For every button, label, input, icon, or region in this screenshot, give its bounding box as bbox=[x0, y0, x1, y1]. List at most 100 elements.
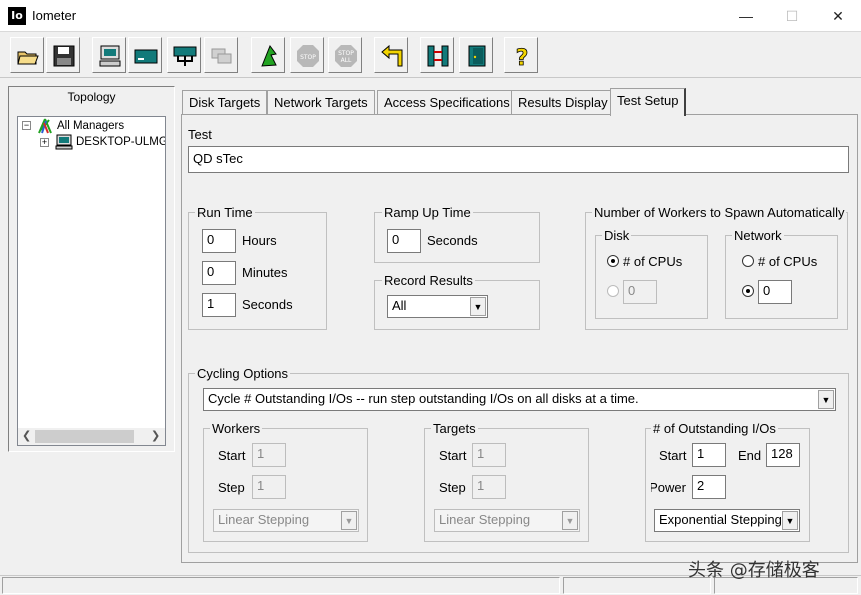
refresh-managers-button[interactable] bbox=[420, 37, 454, 73]
reset-workers-button[interactable] bbox=[374, 37, 408, 73]
topology-title: Topology bbox=[67, 90, 116, 104]
hours-label: Hours bbox=[242, 233, 277, 248]
tab-disk-targets[interactable]: Disk Targets bbox=[182, 90, 268, 114]
tab-network-targets[interactable]: Network Targets bbox=[267, 90, 375, 114]
ramp-up-unit: Seconds bbox=[427, 233, 478, 248]
open-config-button[interactable] bbox=[10, 37, 44, 73]
network-count-input[interactable]: 0 bbox=[758, 280, 792, 304]
chevron-down-icon[interactable]: ▼ bbox=[470, 297, 486, 316]
seconds-input[interactable]: 1 bbox=[202, 293, 236, 317]
svg-text:?: ? bbox=[516, 46, 529, 68]
minutes-label: Minutes bbox=[242, 265, 288, 280]
cycling-outstanding-label: # of Outstanding I/Os bbox=[651, 421, 778, 436]
disk-cpus-label: # of CPUs bbox=[623, 254, 683, 269]
outstanding-end-label: End bbox=[738, 448, 762, 463]
network-cpus-label: # of CPUs bbox=[758, 254, 818, 269]
record-results-label: Record Results bbox=[382, 273, 475, 288]
cycling-targets-label: Targets bbox=[431, 421, 478, 436]
close-button[interactable]: ✕ bbox=[815, 0, 861, 32]
cycling-mode-value: Cycle # Outstanding I/Os -- run step out… bbox=[208, 391, 639, 406]
minimize-button[interactable]: — bbox=[723, 0, 769, 32]
chevron-down-icon[interactable]: ▼ bbox=[562, 511, 578, 530]
app-icon: Io bbox=[8, 7, 26, 25]
outstanding-power-label: Power bbox=[651, 480, 686, 495]
ramp-up-label: Ramp Up Time bbox=[382, 205, 473, 220]
expand-toggle[interactable]: + bbox=[40, 138, 49, 147]
scroll-left-icon[interactable]: ❮ bbox=[22, 429, 31, 442]
stop-test-button[interactable]: STOP bbox=[290, 37, 324, 73]
outstanding-stepping-value: Exponential Stepping bbox=[659, 512, 782, 527]
window-title: Iometer bbox=[32, 8, 77, 23]
outstanding-start-label: Start bbox=[659, 448, 687, 463]
new-manager-button[interactable] bbox=[92, 37, 126, 73]
targets-stepping-select[interactable]: Linear Stepping ▼ bbox=[434, 509, 580, 532]
all-managers-icon bbox=[36, 118, 54, 137]
scroll-right-icon[interactable]: ❯ bbox=[151, 429, 160, 442]
network-cpus-radio[interactable] bbox=[742, 255, 754, 267]
hours-input[interactable]: 0 bbox=[202, 229, 236, 253]
targets-stepping-value: Linear Stepping bbox=[439, 512, 531, 527]
open-folder-icon bbox=[17, 51, 39, 65]
targets-step-input[interactable]: 1 bbox=[472, 475, 506, 499]
disk-count-input[interactable]: 0 bbox=[623, 280, 657, 304]
chevron-down-icon[interactable]: ▼ bbox=[818, 390, 834, 409]
minutes-input[interactable]: 0 bbox=[202, 261, 236, 285]
chevron-down-icon[interactable]: ▼ bbox=[782, 511, 798, 530]
workers-stepping-value: Linear Stepping bbox=[218, 512, 310, 527]
collapse-toggle[interactable]: − bbox=[22, 121, 31, 130]
run-time-label: Run Time bbox=[195, 205, 255, 220]
tab-results-display[interactable]: Results Display bbox=[511, 90, 615, 114]
topology-tree[interactable] bbox=[17, 116, 166, 446]
test-label: Test bbox=[188, 127, 212, 142]
exit-button[interactable] bbox=[459, 37, 493, 73]
status-pane-main bbox=[2, 577, 560, 594]
help-button[interactable]: ? bbox=[504, 37, 538, 73]
stop-all-icon: STOPALL bbox=[335, 45, 357, 67]
targets-step-label: Step bbox=[439, 480, 466, 495]
targets-start-label: Start bbox=[439, 448, 467, 463]
stop-all-button[interactable]: STOP ALL bbox=[328, 37, 362, 73]
network-spawn-label: Network bbox=[732, 228, 784, 243]
outstanding-power-input[interactable]: 2 bbox=[692, 475, 726, 499]
tree-item-all-managers[interactable]: All Managers bbox=[57, 120, 124, 132]
tree-item-desktop-manager[interactable]: DESKTOP-ULMGI bbox=[76, 136, 165, 148]
outstanding-start-input[interactable]: 1 bbox=[692, 443, 726, 467]
stop-sign-icon: STOP bbox=[297, 45, 319, 67]
cycling-workers-label: Workers bbox=[210, 421, 263, 436]
tab-access-specifications[interactable]: Access Specifications bbox=[377, 90, 517, 114]
network-worker-icon bbox=[173, 46, 197, 66]
disk-count-radio[interactable] bbox=[607, 285, 619, 297]
start-test-button[interactable] bbox=[251, 37, 285, 73]
outstanding-stepping-select[interactable]: Exponential Stepping ▼ bbox=[654, 509, 800, 532]
workers-step-input[interactable]: 1 bbox=[252, 475, 286, 499]
green-flag-icon bbox=[261, 44, 277, 67]
network-refresh-icon bbox=[427, 45, 449, 67]
record-results-select[interactable]: All ▼ bbox=[387, 295, 488, 318]
workers-spawn-label: Number of Workers to Spawn Automatically bbox=[592, 205, 847, 220]
targets-start-input[interactable]: 1 bbox=[472, 443, 506, 467]
workers-start-input[interactable]: 1 bbox=[252, 443, 286, 467]
manager-computer-icon bbox=[55, 134, 73, 153]
save-config-button[interactable] bbox=[46, 37, 80, 73]
seconds-label: Seconds bbox=[242, 297, 293, 312]
network-count-radio[interactable] bbox=[742, 285, 754, 297]
maximize-button[interactable]: ☐ bbox=[769, 0, 815, 32]
exit-door-icon bbox=[468, 45, 486, 67]
scrollbar-thumb[interactable] bbox=[35, 430, 134, 443]
disk-cpus-radio[interactable] bbox=[607, 255, 619, 267]
new-network-worker-button[interactable] bbox=[167, 37, 201, 73]
duplicate-worker-button[interactable] bbox=[204, 37, 238, 73]
test-name-input[interactable]: QD sTec bbox=[188, 146, 849, 173]
floppy-disk-icon bbox=[53, 45, 75, 67]
workers-step-label: Step bbox=[218, 480, 245, 495]
outstanding-end-input[interactable]: 128 bbox=[766, 443, 800, 467]
svg-text:STOP: STOP bbox=[338, 50, 354, 57]
svg-text:STOP: STOP bbox=[300, 54, 316, 61]
chevron-down-icon[interactable]: ▼ bbox=[341, 511, 357, 530]
cycling-options-label: Cycling Options bbox=[195, 366, 291, 381]
workers-stepping-select[interactable]: Linear Stepping ▼ bbox=[213, 509, 359, 532]
ramp-up-input[interactable]: 0 bbox=[387, 229, 421, 253]
tab-test-setup[interactable]: Test Setup bbox=[610, 88, 687, 116]
new-disk-worker-button[interactable] bbox=[128, 37, 162, 73]
cycling-mode-select[interactable]: Cycle # Outstanding I/Os -- run step out… bbox=[203, 388, 836, 411]
